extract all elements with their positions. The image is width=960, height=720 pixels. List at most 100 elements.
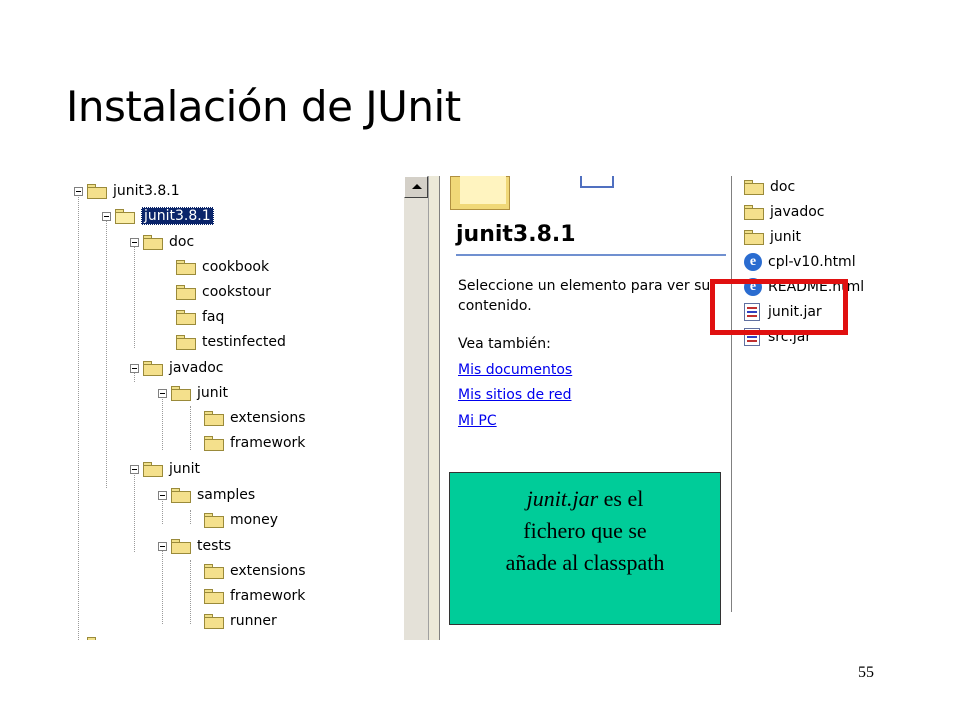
tree-item-label: tests <box>197 538 232 554</box>
folder-icon <box>744 179 764 195</box>
tree-item-cookstour[interactable]: cookstour <box>176 281 271 303</box>
webview-description-cont: contenido. <box>458 298 532 314</box>
collapse-toggle-icon[interactable] <box>158 388 167 398</box>
tree-item-label: framework <box>230 435 306 451</box>
folder-graphic-highlight <box>460 176 506 204</box>
collapse-toggle-icon[interactable] <box>74 639 83 640</box>
tree-item-label: money <box>230 512 278 528</box>
tree-item-label: testinfected <box>202 334 286 350</box>
collapse-toggle-icon[interactable] <box>74 186 83 196</box>
pane-border <box>731 176 732 612</box>
tree-item-label: junit <box>197 385 229 401</box>
folder-icon <box>87 636 107 640</box>
tree-item-label: doc <box>169 234 195 250</box>
folder-icon <box>744 229 764 245</box>
file-item-label: cpl-v10.html <box>768 254 856 270</box>
callout-text-3: añade al classpath <box>505 550 665 575</box>
pane-splitter[interactable] <box>428 176 440 640</box>
tree-item-cookbook[interactable]: cookbook <box>176 256 269 278</box>
link-mis-documentos[interactable]: Mis documentos <box>458 362 572 378</box>
ie-html-icon: e <box>744 253 762 271</box>
tree-item-label: extensions <box>230 563 306 579</box>
link-mis-sitios-de-red[interactable]: Mis sitios de red <box>458 387 571 403</box>
tree-item-junit3.8.1-selected[interactable]: junit3.8.1 <box>102 205 214 227</box>
tree-item-samples[interactable]: samples <box>158 484 255 506</box>
callout-note: junit.jar es el fichero que se añade al … <box>449 472 721 625</box>
folder-icon <box>171 538 191 554</box>
tree-item-javadoc[interactable]: javadoc <box>130 357 223 379</box>
tree-item-label: junit3.8.1 <box>113 183 180 199</box>
folder-icon <box>176 284 196 300</box>
collapse-toggle-icon[interactable] <box>130 363 139 373</box>
tree-item-label: javadoc <box>169 360 224 376</box>
see-also-label: Vea también: <box>458 336 551 352</box>
tree-item-junit3.8.1-root[interactable]: junit3.8.1 <box>74 180 180 202</box>
file-item-junit[interactable]: junit <box>744 226 801 248</box>
link-mi-pc[interactable]: Mi PC <box>458 413 497 429</box>
callout-text-1: es el <box>598 486 644 511</box>
folder-icon <box>204 512 224 528</box>
folder-icon <box>176 259 196 275</box>
tree-item-testinfected[interactable]: testinfected <box>176 331 286 353</box>
tree-item-junit[interactable]: junit <box>130 458 200 480</box>
tree-item-doc[interactable]: doc <box>130 231 194 253</box>
open-folder-icon <box>115 208 135 224</box>
tree-item-label: runner <box>230 613 277 629</box>
webview-title: junit3.8.1 <box>456 222 576 247</box>
tree-item-label: faq <box>202 309 225 325</box>
file-list: doc javadoc junit e cpl-v10.html e READM… <box>740 176 880 376</box>
tree-item-label: cookstour <box>202 284 271 300</box>
tree-item-framework[interactable]: framework <box>204 432 305 454</box>
tree-item-partial[interactable] <box>74 633 113 640</box>
collapse-toggle-icon[interactable] <box>130 237 139 247</box>
tree-item-label: junit <box>169 461 201 477</box>
tree-item-label: cookbook <box>202 259 270 275</box>
collapse-toggle-icon[interactable] <box>130 464 139 474</box>
tree-item-tests-framework[interactable]: framework <box>204 585 305 607</box>
window-graphic-icon <box>580 176 614 188</box>
folder-icon <box>176 334 196 350</box>
tree-item-label: junit3.8.1 <box>141 207 214 225</box>
tree-item-faq[interactable]: faq <box>176 306 224 328</box>
tree-item-money[interactable]: money <box>204 509 278 531</box>
folder-tree: junit3.8.1 junit3.8.1 doc cookbook cooks… <box>68 176 404 640</box>
webview-separator <box>456 254 726 256</box>
tree-item-label: samples <box>197 487 256 503</box>
tree-item-label: extensions <box>230 410 306 426</box>
folder-icon <box>744 204 764 220</box>
folder-icon <box>143 360 163 376</box>
folder-icon <box>204 613 224 629</box>
tree-item-extensions[interactable]: extensions <box>204 407 306 429</box>
folder-icon <box>171 487 191 503</box>
folder-icon <box>171 385 191 401</box>
file-item-label: junit <box>770 229 802 245</box>
file-item-doc[interactable]: doc <box>744 176 795 198</box>
folder-icon <box>143 461 163 477</box>
callout-filename: junit.jar <box>526 486 599 511</box>
tree-item-tests[interactable]: tests <box>158 535 231 557</box>
file-item-javadoc[interactable]: javadoc <box>744 201 824 223</box>
file-item-label: doc <box>770 179 796 195</box>
folder-icon <box>204 410 224 426</box>
scroll-up-icon[interactable] <box>404 176 428 198</box>
folder-icon <box>204 563 224 579</box>
collapse-toggle-icon[interactable] <box>158 541 167 551</box>
slide-title: Instalación de JUnit <box>66 82 461 131</box>
tree-item-runner[interactable]: runner <box>204 610 277 632</box>
webview-description: Seleccione un elemento para ver su <box>458 278 711 294</box>
vertical-scrollbar[interactable] <box>404 176 428 640</box>
collapse-toggle-icon[interactable] <box>158 490 167 500</box>
folder-icon <box>204 435 224 451</box>
tree-item-tests-extensions[interactable]: extensions <box>204 560 306 582</box>
collapse-toggle-icon[interactable] <box>102 211 111 221</box>
tree-item-javadoc-junit[interactable]: junit <box>158 382 228 404</box>
folder-icon <box>204 588 224 604</box>
page-number: 55 <box>858 664 874 681</box>
callout-text-2: fichero que se <box>523 518 647 543</box>
tree-item-label: framework <box>230 588 306 604</box>
junit-jar-highlight-box <box>710 279 848 335</box>
folder-icon <box>87 183 107 199</box>
file-item-cpl-html[interactable]: e cpl-v10.html <box>744 251 856 273</box>
folder-icon <box>176 309 196 325</box>
file-item-label: javadoc <box>770 204 825 220</box>
